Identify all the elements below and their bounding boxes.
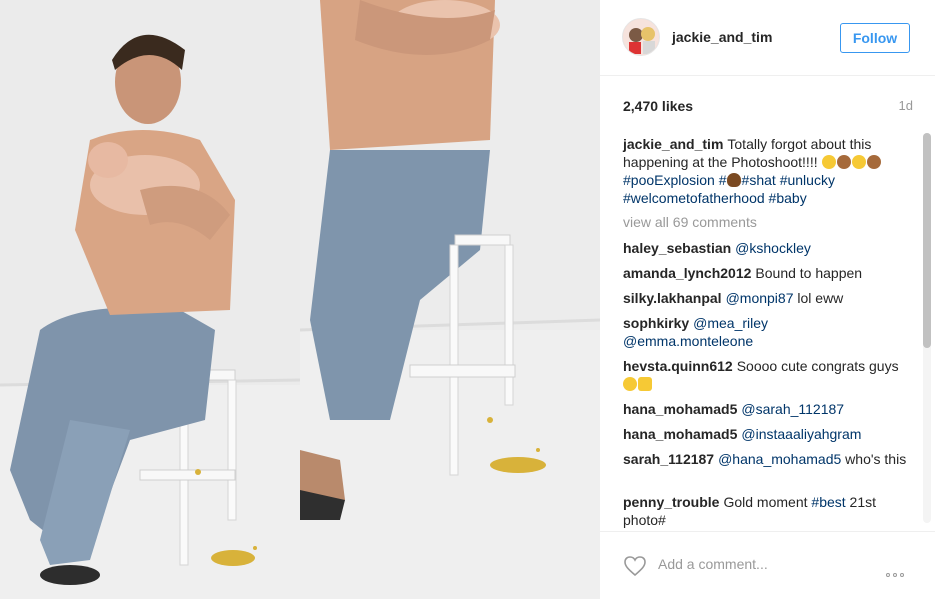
comment-username[interactable]: hana_mohamad5 xyxy=(623,401,737,417)
comment-text: who's this xyxy=(841,451,907,467)
comment-mention[interactable]: @hana_mohamad5 xyxy=(718,451,841,467)
likes-count[interactable]: 2,470 likes xyxy=(623,98,693,114)
comment-item: amanda_lynch2012 Bound to happen xyxy=(623,264,913,282)
comment-hashtag[interactable]: #best xyxy=(811,494,845,510)
comment-text: Bound to happen xyxy=(755,265,863,281)
comment-username[interactable]: sophkirky xyxy=(623,315,689,331)
comment-item: haley_sebastian @kshockley xyxy=(623,239,913,257)
comment-username[interactable]: sarah_112187 xyxy=(623,451,714,467)
comment-username[interactable]: hevsta.quinn612 xyxy=(623,358,733,374)
poo-emoji-icon xyxy=(726,173,741,187)
likes-row: 2,470 likes 1d xyxy=(623,98,913,118)
post-username[interactable]: jackie_and_tim xyxy=(672,29,772,45)
laughing-emoji-icon xyxy=(851,155,866,169)
comment-mention[interactable]: @instaaaliyahgram xyxy=(741,426,861,442)
comments-list: jackie_and_tim Totally forgot about this … xyxy=(600,133,935,529)
avatar[interactable] xyxy=(622,18,660,56)
add-comment-input[interactable]: Add a comment... xyxy=(658,556,768,572)
hashtag[interactable]: #pooExplosion xyxy=(623,172,715,188)
comment-username[interactable]: amanda_lynch2012 xyxy=(623,265,751,281)
comment-mention[interactable]: @monpi87 xyxy=(726,290,794,306)
comment-text: Gold moment xyxy=(723,494,812,510)
more-options-icon[interactable] xyxy=(886,564,910,577)
scroll-thumb[interactable] xyxy=(923,133,931,348)
view-all-comments[interactable]: view all 69 comments xyxy=(623,214,757,230)
post-footer: Add a comment... xyxy=(600,531,935,600)
hashtag[interactable]: #baby xyxy=(769,190,807,206)
post-time[interactable]: 1d xyxy=(899,98,913,113)
comment-item: penny_trouble Gold moment #best 21st phot… xyxy=(623,493,913,529)
hashtag[interactable]: #shat xyxy=(742,172,776,188)
hashtag[interactable]: # xyxy=(719,172,727,188)
monkey-emoji-icon xyxy=(836,155,851,169)
comment-username[interactable]: silky.lakhanpal xyxy=(623,290,722,306)
monkey-emoji-icon xyxy=(866,155,881,169)
photo-panel-right xyxy=(300,0,600,599)
comment-text: lol eww xyxy=(793,290,844,306)
caption-username[interactable]: jackie_and_tim xyxy=(623,136,723,152)
caption: jackie_and_tim Totally forgot about this … xyxy=(623,135,913,207)
comment-mention[interactable]: @sarah_112187 xyxy=(741,401,844,417)
comment-item: hevsta.quinn612 Soooo cute congrats guys xyxy=(623,357,913,393)
photo-panel-left xyxy=(0,0,300,599)
comment-username[interactable]: penny_trouble xyxy=(623,494,719,510)
comment-text: Soooo cute congrats guys xyxy=(736,358,899,374)
comment-username[interactable]: hana_mohamad5 xyxy=(623,426,737,442)
heart-icon[interactable] xyxy=(623,555,647,577)
comment-mention[interactable]: @kshockley xyxy=(735,240,811,256)
comment-item: sarah_112187 @hana_mohamad5 who's this xyxy=(623,450,913,468)
comment-mention[interactable]: @emma.monteleone xyxy=(623,333,753,349)
hashtag[interactable]: #unlucky xyxy=(780,172,835,188)
comments-scrollbar[interactable] xyxy=(923,133,931,523)
follow-button[interactable]: Follow xyxy=(840,23,910,53)
post-sidebar: jackie_and_tim Follow 2,470 likes 1d jac… xyxy=(600,0,935,599)
comment-item: hana_mohamad5 @sarah_112187 xyxy=(623,400,913,418)
comment-item: silky.lakhanpal @monpi87 lol eww xyxy=(623,289,913,307)
hashtag[interactable]: #welcometofatherhood xyxy=(623,190,765,206)
comment-mention[interactable]: @mea_riley xyxy=(693,315,768,331)
post-header: jackie_and_tim Follow xyxy=(600,0,935,76)
thumbs-up-emoji-icon xyxy=(638,377,652,391)
comment-username[interactable]: haley_sebastian xyxy=(623,240,731,256)
post-photo[interactable] xyxy=(0,0,600,599)
comment-item: sophkirky @mea_riley @emma.monteleone xyxy=(623,314,913,350)
comment-item: hana_mohamad5 @instaaaliyahgram xyxy=(623,425,913,443)
laughing-emoji-icon xyxy=(821,155,836,169)
kiss-emoji-icon xyxy=(623,377,637,391)
